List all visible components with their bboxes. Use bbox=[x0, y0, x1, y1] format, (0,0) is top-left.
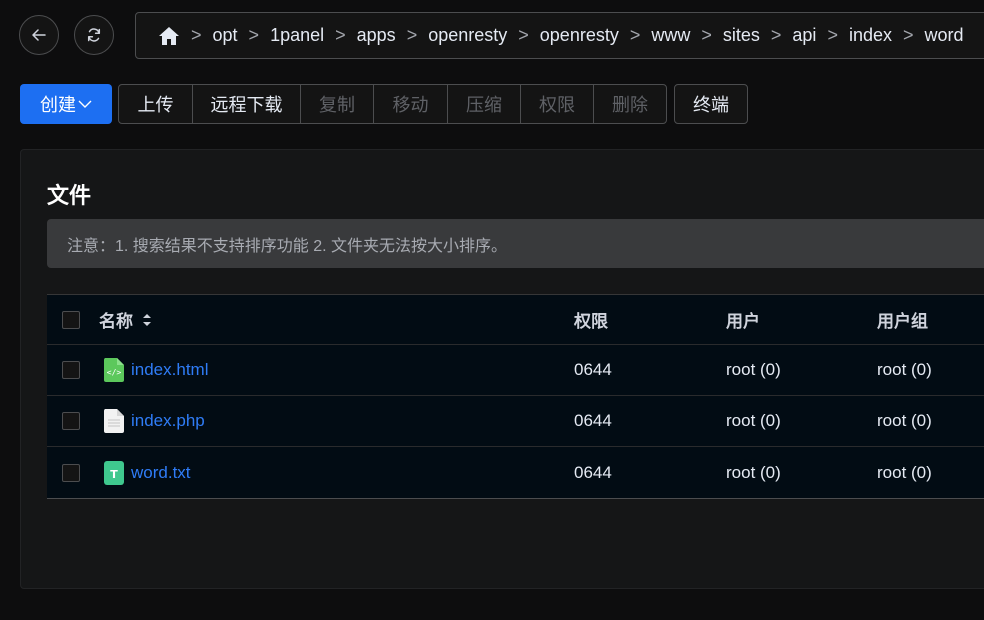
terminal-button[interactable]: 终端 bbox=[674, 84, 748, 124]
refresh-icon bbox=[87, 28, 101, 42]
text-file-icon bbox=[103, 409, 125, 433]
breadcrumb-separator: > bbox=[248, 25, 260, 45]
breadcrumb-separator: > bbox=[701, 25, 712, 45]
column-user: 用户 bbox=[726, 312, 760, 331]
user-value: root (0) bbox=[726, 360, 781, 379]
compress-button[interactable]: 压缩 bbox=[448, 85, 521, 123]
html-file-icon: </> bbox=[103, 358, 125, 382]
breadcrumb-item-apps[interactable]: apps bbox=[357, 25, 396, 46]
breadcrumb-item-openresty[interactable]: openresty bbox=[428, 25, 507, 46]
table-row[interactable]: </> index.html 0644 root (0) root (0) bbox=[47, 345, 984, 396]
move-button[interactable]: 移动 bbox=[374, 85, 448, 123]
breadcrumb-item-openresty-2[interactable]: openresty bbox=[540, 25, 619, 46]
permission-value[interactable]: 0644 bbox=[574, 396, 612, 446]
table-row[interactable]: index.php 0644 root (0) root (0) bbox=[47, 396, 984, 447]
column-group: 用户组 bbox=[877, 312, 928, 331]
txt-file-icon: T bbox=[103, 460, 125, 485]
select-all-checkbox[interactable] bbox=[62, 310, 80, 329]
breadcrumb-separator: > bbox=[827, 25, 838, 45]
permission-button[interactable]: 权限 bbox=[521, 85, 594, 123]
permission-value[interactable]: 0644 bbox=[574, 447, 612, 498]
file-name-link[interactable]: index.html bbox=[131, 360, 208, 380]
svg-text:T: T bbox=[110, 468, 118, 481]
breadcrumb-separator: > bbox=[902, 25, 914, 45]
user-value: root (0) bbox=[726, 411, 781, 430]
breadcrumb-separator: > bbox=[770, 25, 782, 45]
breadcrumb-item-www[interactable]: www bbox=[651, 25, 690, 46]
sort-icon[interactable] bbox=[141, 312, 153, 328]
column-name[interactable]: 名称 bbox=[99, 295, 153, 344]
toolbar: 创建 上传 远程下载 复制 移动 压缩 权限 删除 终端 bbox=[20, 84, 748, 124]
group-value: root (0) bbox=[877, 360, 932, 379]
upload-button[interactable]: 上传 bbox=[119, 85, 193, 123]
home-icon[interactable] bbox=[158, 26, 180, 46]
breadcrumb-separator: > bbox=[406, 25, 418, 45]
create-button-label: 创建 bbox=[40, 95, 76, 115]
column-permission: 权限 bbox=[574, 312, 608, 331]
row-checkbox[interactable] bbox=[62, 463, 80, 482]
column-name-label: 名称 bbox=[99, 312, 133, 331]
breadcrumb-separator: > bbox=[191, 25, 202, 45]
row-checkbox[interactable] bbox=[62, 412, 80, 430]
table-header: 名称 权限 用户 用户组 bbox=[47, 295, 984, 345]
back-button[interactable] bbox=[19, 15, 59, 55]
breadcrumb-item-api[interactable]: api bbox=[792, 25, 816, 46]
permission-value[interactable]: 0644 bbox=[574, 345, 612, 395]
file-card: 文件 注意：1. 搜索结果不支持排序功能 2. 文件夹无法按大小排序。 名称 权… bbox=[20, 149, 984, 589]
arrow-left-icon bbox=[32, 29, 46, 41]
file-name-link[interactable]: index.php bbox=[131, 411, 205, 431]
file-table: 名称 权限 用户 用户组 </> index.html 0644 root (0… bbox=[47, 294, 984, 499]
create-button[interactable]: 创建 bbox=[20, 84, 112, 124]
copy-button[interactable]: 复制 bbox=[301, 85, 374, 123]
group-value: root (0) bbox=[877, 411, 932, 430]
breadcrumb-separator: > bbox=[518, 25, 529, 45]
notice-alert: 注意：1. 搜索结果不支持排序功能 2. 文件夹无法按大小排序。 bbox=[47, 219, 984, 268]
file-action-group: 上传 远程下载 复制 移动 压缩 权限 删除 bbox=[118, 84, 667, 124]
breadcrumb-item-opt[interactable]: opt bbox=[213, 25, 238, 46]
page-title: 文件 bbox=[47, 183, 92, 208]
breadcrumb: > opt > 1panel > apps > openresty > open… bbox=[135, 12, 984, 59]
row-checkbox[interactable] bbox=[62, 361, 80, 379]
user-value: root (0) bbox=[726, 462, 781, 482]
breadcrumb-item-1panel[interactable]: 1panel bbox=[270, 25, 324, 46]
remote-download-button[interactable]: 远程下载 bbox=[193, 85, 301, 123]
delete-button[interactable]: 删除 bbox=[594, 85, 666, 123]
breadcrumb-separator: > bbox=[335, 25, 346, 45]
breadcrumb-separator: > bbox=[629, 25, 641, 45]
breadcrumb-item-sites[interactable]: sites bbox=[723, 25, 760, 46]
svg-text:</>: </> bbox=[107, 368, 122, 377]
breadcrumb-item-index[interactable]: index bbox=[849, 25, 892, 46]
refresh-button[interactable] bbox=[74, 15, 114, 55]
chevron-down-icon bbox=[78, 100, 92, 108]
file-name-link[interactable]: word.txt bbox=[131, 463, 191, 483]
breadcrumb-item-word[interactable]: word bbox=[925, 25, 964, 46]
group-value: root (0) bbox=[877, 462, 932, 482]
table-row[interactable]: T word.txt 0644 root (0) root (0) bbox=[47, 447, 984, 498]
